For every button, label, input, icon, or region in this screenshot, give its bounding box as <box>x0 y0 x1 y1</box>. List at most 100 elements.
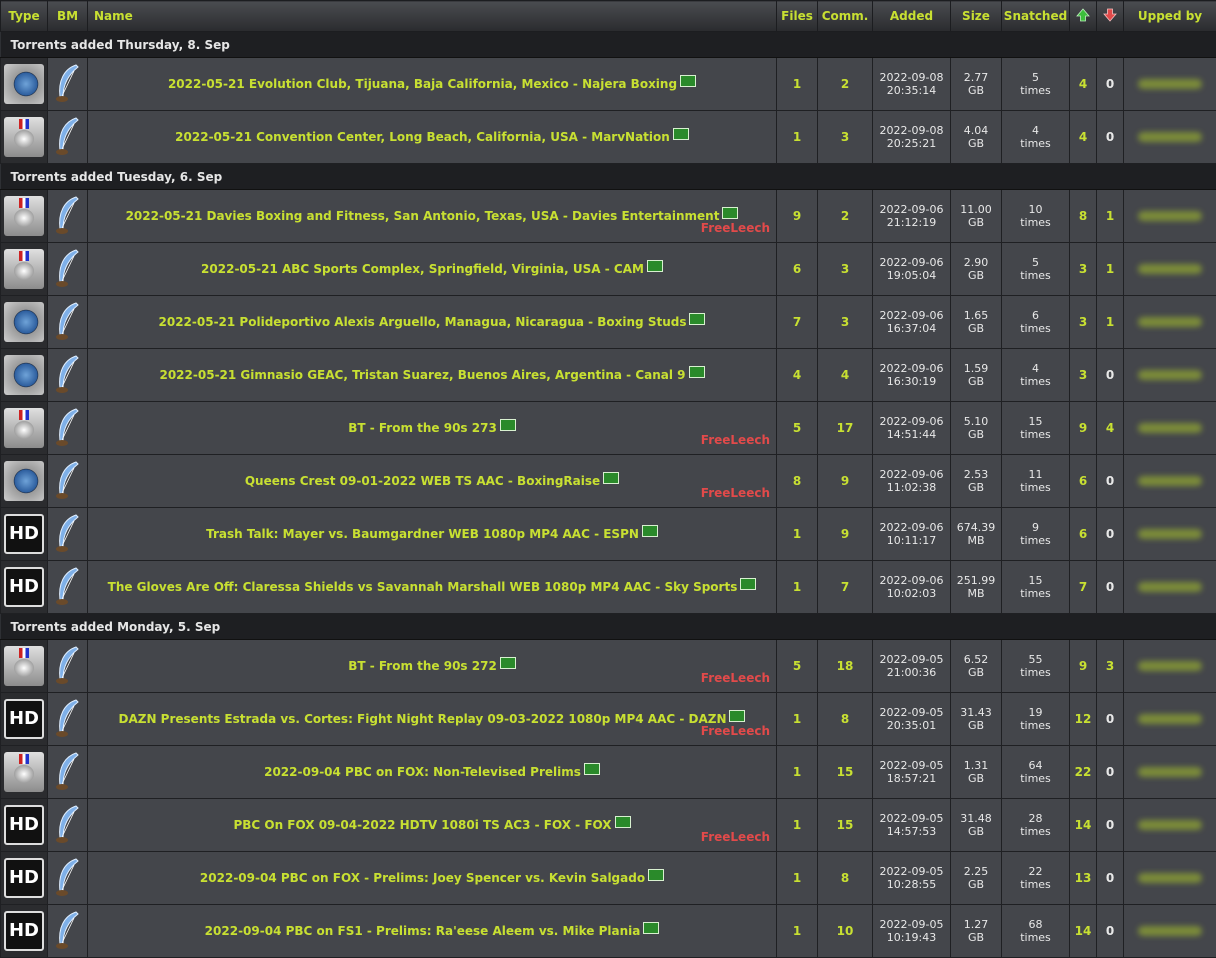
column-header-size[interactable]: Size <box>951 1 1002 32</box>
torrent-name-link[interactable]: 2022-05-21 ABC Sports Complex, Springfie… <box>201 262 644 276</box>
leechers-count-link[interactable]: 0 <box>1106 580 1114 594</box>
column-header-comments[interactable]: Comm. <box>818 1 873 32</box>
comments-count-link[interactable]: 3 <box>841 262 849 276</box>
bookmark-feather-icon[interactable] <box>48 195 87 238</box>
torrent-name-link[interactable]: 2022-09-04 PBC on FOX: Non-Televised Pre… <box>264 765 581 779</box>
leechers-count-link[interactable]: 1 <box>1106 315 1114 329</box>
files-count-link[interactable]: 1 <box>793 77 801 91</box>
files-count-link[interactable]: 1 <box>793 712 801 726</box>
hd-icon[interactable]: HD <box>4 858 44 898</box>
comments-count-link[interactable]: 3 <box>841 315 849 329</box>
uploader-name-blurred[interactable] <box>1138 317 1202 327</box>
medal-icon[interactable] <box>4 117 44 157</box>
seeders-count-link[interactable]: 14 <box>1075 818 1092 832</box>
medal-icon[interactable] <box>4 408 44 448</box>
uploader-name-blurred[interactable] <box>1138 582 1202 592</box>
bookmark-feather-icon[interactable] <box>48 248 87 291</box>
leechers-count-link[interactable]: 0 <box>1106 474 1114 488</box>
leechers-count-link[interactable]: 4 <box>1106 421 1114 435</box>
leechers-count-link[interactable]: 0 <box>1106 924 1114 938</box>
seeders-count-link[interactable]: 13 <box>1075 871 1092 885</box>
files-count-link[interactable]: 7 <box>793 315 801 329</box>
files-count-link[interactable]: 4 <box>793 368 801 382</box>
seeders-count-link[interactable]: 14 <box>1075 924 1092 938</box>
bookmark-feather-icon[interactable] <box>48 407 87 450</box>
bookmark-feather-icon[interactable] <box>48 354 87 397</box>
uploader-name-blurred[interactable] <box>1138 423 1202 433</box>
comments-count-link[interactable]: 18 <box>837 659 854 673</box>
seeders-count-link[interactable]: 6 <box>1079 474 1087 488</box>
uploader-name-blurred[interactable] <box>1138 714 1202 724</box>
torrent-name-link[interactable]: 2022-05-21 Evolution Club, Tijuana, Baja… <box>168 77 677 91</box>
leechers-count-link[interactable]: 0 <box>1106 818 1114 832</box>
files-count-link[interactable]: 5 <box>793 659 801 673</box>
torrent-name-link[interactable]: Trash Talk: Mayer vs. Baumgardner WEB 10… <box>206 527 639 541</box>
files-count-link[interactable]: 5 <box>793 421 801 435</box>
uploader-name-blurred[interactable] <box>1138 661 1202 671</box>
uploader-name-blurred[interactable] <box>1138 926 1202 936</box>
leechers-count-link[interactable]: 0 <box>1106 871 1114 885</box>
seeders-count-link[interactable]: 4 <box>1079 77 1087 91</box>
comments-count-link[interactable]: 15 <box>837 765 854 779</box>
torrent-name-link[interactable]: DAZN Presents Estrada vs. Cortes: Fight … <box>119 712 727 726</box>
torrent-name-link[interactable]: Queens Crest 09-01-2022 WEB TS AAC - Box… <box>245 474 600 488</box>
leechers-count-link[interactable]: 0 <box>1106 527 1114 541</box>
comments-count-link[interactable]: 2 <box>841 209 849 223</box>
comments-count-link[interactable]: 10 <box>837 924 854 938</box>
leechers-count-link[interactable]: 0 <box>1106 130 1114 144</box>
files-count-link[interactable]: 1 <box>793 818 801 832</box>
torrent-name-link[interactable]: The Gloves Are Off: Claressa Shields vs … <box>108 580 738 594</box>
seeders-count-link[interactable]: 7 <box>1079 580 1087 594</box>
bookmark-feather-icon[interactable] <box>48 751 87 794</box>
medal-icon[interactable] <box>4 646 44 686</box>
seeders-count-link[interactable]: 3 <box>1079 368 1087 382</box>
hd-icon[interactable]: HD <box>4 514 44 554</box>
column-header-leechers[interactable] <box>1097 1 1124 32</box>
hd-icon[interactable]: HD <box>4 911 44 951</box>
medal-icon[interactable] <box>4 196 44 236</box>
bookmark-feather-icon[interactable] <box>48 857 87 900</box>
hd-icon[interactable]: HD <box>4 805 44 845</box>
leechers-count-link[interactable]: 1 <box>1106 209 1114 223</box>
bookmark-feather-icon[interactable] <box>48 910 87 953</box>
torrent-name-link[interactable]: 2022-05-21 Polideportivo Alexis Arguello… <box>159 315 687 329</box>
uploader-name-blurred[interactable] <box>1138 476 1202 486</box>
leechers-count-link[interactable]: 0 <box>1106 77 1114 91</box>
leechers-count-link[interactable]: 1 <box>1106 262 1114 276</box>
seeders-count-link[interactable]: 8 <box>1079 209 1087 223</box>
comments-count-link[interactable]: 9 <box>841 527 849 541</box>
globe-icon[interactable] <box>4 302 44 342</box>
comments-count-link[interactable]: 4 <box>841 368 849 382</box>
comments-count-link[interactable]: 2 <box>841 77 849 91</box>
uploader-name-blurred[interactable] <box>1138 132 1202 142</box>
bookmark-feather-icon[interactable] <box>48 645 87 688</box>
column-header-type[interactable]: Type <box>1 1 48 32</box>
files-count-link[interactable]: 1 <box>793 580 801 594</box>
files-count-link[interactable]: 1 <box>793 924 801 938</box>
torrent-name-link[interactable]: 2022-09-04 PBC on FS1 - Prelims: Ra'eese… <box>205 924 641 938</box>
torrent-name-link[interactable]: BT - From the 90s 272 <box>348 659 497 673</box>
seeders-count-link[interactable]: 4 <box>1079 130 1087 144</box>
torrent-name-link[interactable]: 2022-09-04 PBC on FOX - Prelims: Joey Sp… <box>200 871 645 885</box>
files-count-link[interactable]: 9 <box>793 209 801 223</box>
leechers-count-link[interactable]: 3 <box>1106 659 1114 673</box>
seeders-count-link[interactable]: 22 <box>1075 765 1092 779</box>
leechers-count-link[interactable]: 0 <box>1106 712 1114 726</box>
seeders-count-link[interactable]: 9 <box>1079 421 1087 435</box>
files-count-link[interactable]: 1 <box>793 871 801 885</box>
uploader-name-blurred[interactable] <box>1138 820 1202 830</box>
column-header-uploaded-by[interactable]: Upped by <box>1124 1 1216 32</box>
files-count-link[interactable]: 1 <box>793 765 801 779</box>
medal-icon[interactable] <box>4 249 44 289</box>
globe-icon[interactable] <box>4 355 44 395</box>
bookmark-feather-icon[interactable] <box>48 804 87 847</box>
seeders-count-link[interactable]: 6 <box>1079 527 1087 541</box>
uploader-name-blurred[interactable] <box>1138 211 1202 221</box>
bookmark-feather-icon[interactable] <box>48 301 87 344</box>
bookmark-feather-icon[interactable] <box>48 63 87 106</box>
leechers-count-link[interactable]: 0 <box>1106 368 1114 382</box>
torrent-name-link[interactable]: 2022-05-21 Gimnasio GEAC, Tristan Suarez… <box>159 368 685 382</box>
comments-count-link[interactable]: 17 <box>837 421 854 435</box>
bookmark-feather-icon[interactable] <box>48 566 87 609</box>
torrent-name-link[interactable]: 2022-05-21 Davies Boxing and Fitness, Sa… <box>126 209 720 223</box>
